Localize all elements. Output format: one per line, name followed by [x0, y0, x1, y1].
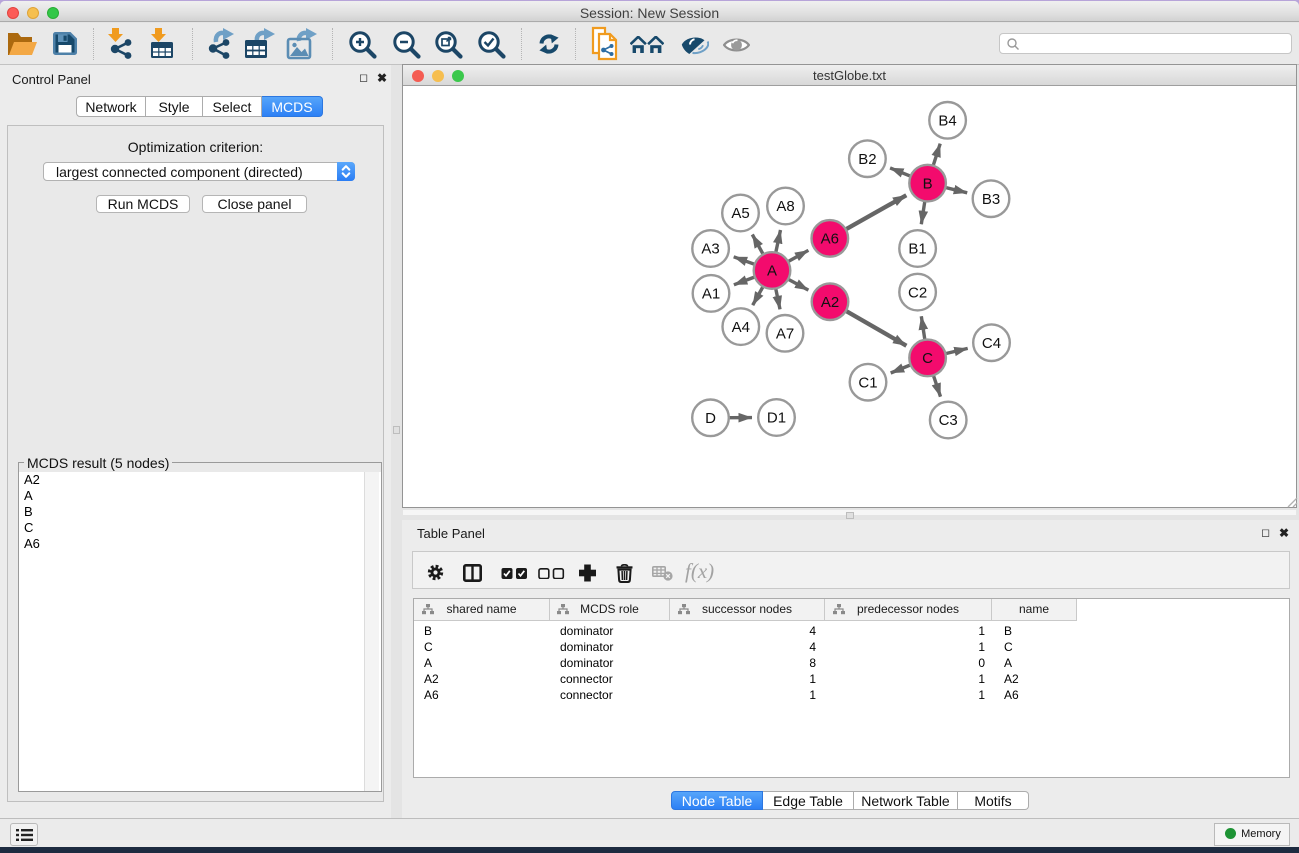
svg-text:A8: A8 — [776, 198, 794, 215]
svg-text:D1: D1 — [767, 410, 786, 427]
svg-text:B3: B3 — [982, 191, 1000, 208]
svg-text:A7: A7 — [776, 326, 794, 343]
svg-text:B4: B4 — [938, 113, 956, 130]
svg-text:A1: A1 — [702, 286, 720, 303]
svg-text:C2: C2 — [908, 284, 927, 301]
svg-text:B2: B2 — [858, 151, 876, 168]
svg-text:C1: C1 — [858, 374, 877, 391]
svg-text:C: C — [922, 350, 933, 367]
svg-text:A3: A3 — [701, 241, 719, 258]
svg-text:A5: A5 — [731, 205, 749, 222]
svg-text:B1: B1 — [908, 241, 926, 258]
svg-text:C3: C3 — [939, 412, 958, 429]
svg-text:A: A — [767, 263, 777, 280]
svg-text:C4: C4 — [982, 335, 1001, 352]
svg-text:D: D — [705, 410, 716, 427]
svg-text:A6: A6 — [821, 231, 839, 248]
svg-text:A2: A2 — [821, 294, 839, 311]
svg-text:A4: A4 — [732, 319, 750, 336]
svg-text:B: B — [923, 175, 933, 192]
